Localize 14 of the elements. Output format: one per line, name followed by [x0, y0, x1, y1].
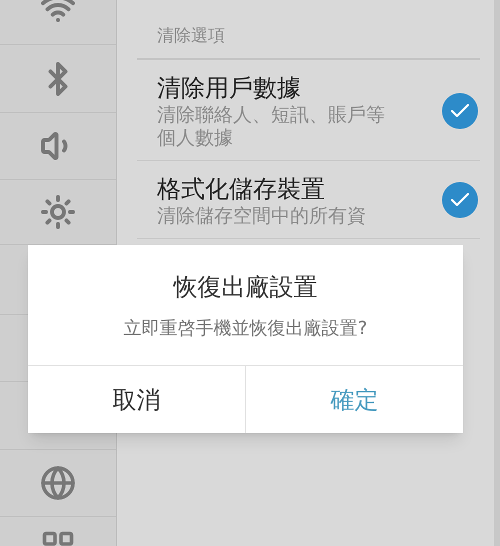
- option-row[interactable]: 格式化儲存裝置 清除儲存空間中的所有資: [137, 160, 480, 238]
- option-description: 清除儲存空間中的所有資: [157, 204, 367, 228]
- dialog-title: 恢復出廠設置: [174, 272, 318, 302]
- checkbox[interactable]: [442, 92, 478, 128]
- cancel-button[interactable]: 取消: [28, 366, 245, 433]
- option-title: 格式化儲存裝置: [157, 174, 326, 204]
- option-title: 清除用戶數據: [157, 72, 302, 104]
- sun-icon[interactable]: [40, 194, 76, 230]
- section-title: 清除選項: [157, 26, 225, 46]
- option-row[interactable]: 清除用戶數據 清除聯絡人、短訊、賬戶等個人數據: [137, 60, 480, 160]
- option-description: 清除聯絡人、短訊、賬戶等個人數據: [157, 104, 386, 150]
- globe-icon[interactable]: [40, 465, 76, 501]
- dialog-message: 立即重啓手機並恢復出廠設置?: [124, 316, 368, 340]
- checkbox[interactable]: [442, 182, 478, 218]
